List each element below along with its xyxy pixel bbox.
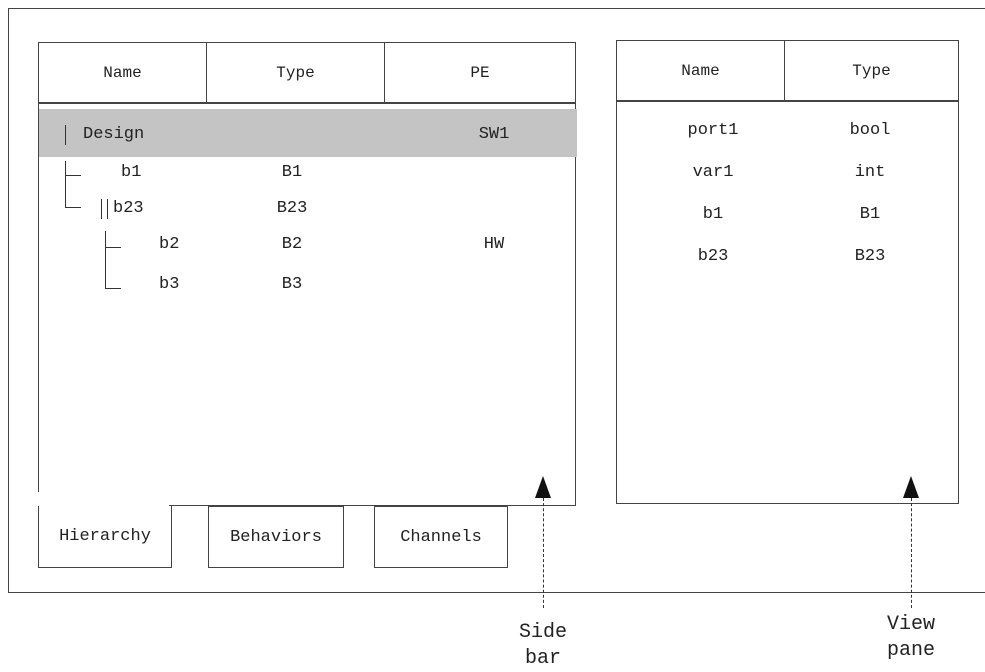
header-divider — [617, 101, 958, 102]
tree-line-branch-b2 — [105, 247, 121, 248]
view-row-port1-name[interactable]: port1 — [687, 121, 738, 141]
view-row-b23-name[interactable]: b23 — [698, 247, 729, 267]
view-pane-panel: Name Type port1 bool var1 int b1 B1 b23 … — [616, 40, 959, 504]
tree-line-vertical — [65, 161, 66, 207]
callout-leader-line — [911, 498, 912, 608]
tab-hierarchy-label: Hierarchy — [59, 527, 151, 546]
view-row-b1-type: B1 — [859, 205, 881, 224]
callout-view-pane: View pane — [887, 612, 935, 664]
row-b23-name[interactable]: b23 — [113, 199, 144, 219]
tree-line-branch-b23 — [65, 207, 81, 208]
tab-channels[interactable]: Channels — [374, 506, 508, 568]
window-frame-left — [8, 8, 9, 592]
tree-guide-line — [107, 199, 108, 219]
callout-view-pane-line2: pane — [886, 639, 936, 662]
tree-line-branch-b3 — [105, 288, 121, 289]
sidebar-header-pe[interactable]: PE — [385, 43, 575, 103]
tab-behaviors-label: Behaviors — [230, 527, 322, 547]
tab-channels-label: Channels — [400, 527, 482, 547]
sidebar-header-type[interactable]: Type — [207, 43, 385, 103]
row-b23-type: B23 — [276, 199, 308, 218]
arrow-up-icon — [535, 476, 551, 498]
tab-hierarchy[interactable]: Hierarchy — [38, 506, 172, 568]
sidebar-panel: Name Type PE Design SW1 b1 B1 b23 B23 b2… — [38, 42, 577, 506]
callout-side-bar: Side bar — [519, 620, 567, 672]
callout-view-pane-line1: View — [886, 613, 936, 636]
header-divider — [39, 103, 575, 104]
view-pane-header-name-label: Name — [681, 61, 720, 80]
view-row-var1-name[interactable]: var1 — [693, 163, 734, 183]
arrow-up-icon — [903, 476, 919, 498]
row-b3-name[interactable]: b3 — [159, 275, 179, 295]
view-pane-header-type[interactable]: Type — [785, 41, 958, 101]
tree-line-vertical — [105, 231, 106, 289]
tree-guide-line — [65, 125, 66, 145]
callout-leader-line — [543, 498, 544, 608]
sidebar-header-name-label: Name — [103, 63, 142, 82]
row-design-name[interactable]: Design — [83, 125, 144, 145]
view-row-b1-name[interactable]: b1 — [703, 205, 723, 225]
window-frame-top — [8, 8, 985, 9]
view-row-var1-type: int — [854, 163, 886, 182]
window-frame-bottom — [8, 592, 985, 593]
view-pane-header-name[interactable]: Name — [617, 41, 785, 101]
tree-line-branch-b1 — [65, 175, 81, 176]
row-design-pe: SW1 — [478, 125, 510, 144]
callout-side-bar-line1: Side — [518, 621, 568, 644]
view-row-port1-type: bool — [849, 121, 891, 140]
row-b2-name[interactable]: b2 — [159, 235, 179, 255]
view-row-b23-type: B23 — [854, 247, 886, 266]
row-b1-name[interactable]: b1 — [121, 163, 141, 183]
tree-guide-line — [101, 199, 102, 219]
tab-behaviors[interactable]: Behaviors — [208, 506, 344, 568]
callout-side-bar-line2: bar — [524, 647, 562, 670]
row-b2-pe: HW — [483, 235, 505, 254]
row-b3-type: B3 — [281, 275, 303, 294]
row-b1-type: B1 — [281, 163, 303, 182]
sidebar-header-pe-label: PE — [470, 63, 490, 82]
view-pane-header-type-label: Type — [852, 61, 891, 80]
sidebar-header-type-label: Type — [276, 63, 315, 82]
panel-gap — [38, 492, 39, 506]
sidebar-header-name[interactable]: Name — [39, 43, 207, 103]
row-b2-type: B2 — [281, 235, 303, 254]
